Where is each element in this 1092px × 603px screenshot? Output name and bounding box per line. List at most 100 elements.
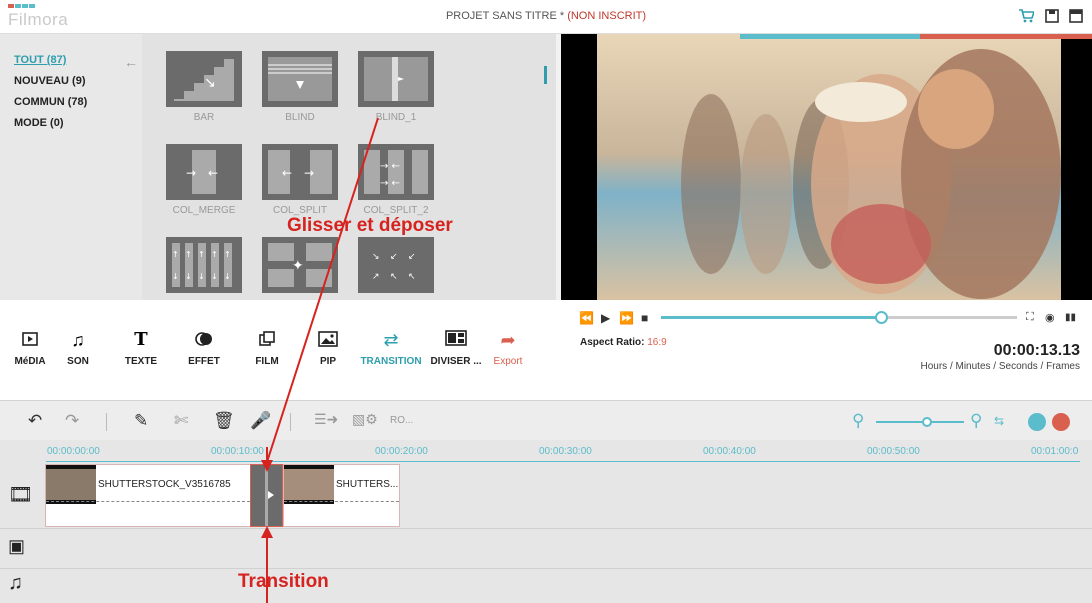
microphone-icon[interactable]: 🎤 xyxy=(250,411,271,431)
transition-thumb-col-split[interactable]: ← → xyxy=(262,144,338,200)
svg-text:↓: ↓ xyxy=(185,272,192,281)
seek-progress xyxy=(661,316,882,319)
transition-thumb-col-split-2[interactable]: → ← → ← xyxy=(358,144,434,200)
svg-text:←: ← xyxy=(208,166,218,180)
grid-view-icon[interactable] xyxy=(1052,413,1070,431)
zoom-handle[interactable] xyxy=(922,417,933,427)
pencil-icon[interactable]: ✎ xyxy=(134,411,148,431)
category-all[interactable]: TOUT (87) xyxy=(14,54,66,66)
trash-icon[interactable]: 🗑 xyxy=(213,411,235,431)
video-preview xyxy=(561,34,1092,300)
category-common[interactable]: COMMUN (78) xyxy=(14,96,87,108)
blind-transition-icon xyxy=(265,465,274,526)
snap-icon[interactable] xyxy=(1028,413,1046,431)
svg-text:→ ←: → ← xyxy=(380,178,400,189)
snapshot-icon[interactable]: ◉ xyxy=(1045,311,1055,324)
export-button[interactable]: ➦ Export xyxy=(476,330,540,367)
transition-thumb-9[interactable]: ↘ ↙ ↙ ↗ ↖ ↖ xyxy=(358,237,434,293)
svg-text:↖: ↖ xyxy=(390,272,398,282)
transition-label: COL_MERGE xyxy=(172,205,236,216)
scissors-icon[interactable]: ✄ xyxy=(174,411,188,431)
effect-icon xyxy=(172,330,236,350)
record-button[interactable]: RO... xyxy=(390,415,413,426)
transition-thumb-7[interactable]: ↑ ↑ ↑ ↑ ↑ ↓ ↓ ↓ ↓ ↓ xyxy=(166,237,242,293)
transition-thumb-bar[interactable]: ↘ xyxy=(166,51,242,107)
svg-text:↗: ↗ xyxy=(372,272,380,282)
play-icon[interactable]: ▶ xyxy=(601,311,610,325)
aspect-ratio[interactable]: Aspect Ratio: 16:9 xyxy=(580,337,667,348)
transition-button[interactable]: ⇄ TRANSITION xyxy=(359,330,423,367)
volume-icon[interactable]: ▮▮ xyxy=(1065,312,1076,323)
zoom-slider[interactable] xyxy=(876,417,964,427)
text-button[interactable]: T TEXTE xyxy=(109,329,173,368)
transition-clip[interactable] xyxy=(250,464,283,527)
settings-panel-icon[interactable]: ▧⚙ xyxy=(352,411,378,428)
speed-icon[interactable]: ☰➜ xyxy=(314,411,338,428)
divider xyxy=(290,413,291,431)
registration-status: (NON INSCRIT) xyxy=(567,10,647,22)
preview-accent-teal xyxy=(740,34,920,39)
svg-text:→ ←: → ← xyxy=(380,161,400,172)
text-icon: T xyxy=(134,329,148,350)
col-split-transition-icon: ← → xyxy=(268,150,332,194)
time-ruler[interactable]: 00:00:00:00 00:00:10:00 00:00:20:00 00:0… xyxy=(0,440,1092,462)
transition-thumb-blind-1[interactable] xyxy=(358,51,434,107)
video-track-icon: 🎞 xyxy=(8,484,34,506)
image-track-icon: ▣ xyxy=(8,536,26,556)
category-fashion[interactable]: MODE (0) xyxy=(14,117,64,129)
transition-thumb-blind[interactable] xyxy=(262,51,338,107)
aspect-ratio-label: Aspect Ratio: xyxy=(580,337,645,348)
transition-thumb-col-merge[interactable]: → ← xyxy=(166,144,242,200)
project-title: PROJET SANS TITRE * (NON INSCRIT) xyxy=(0,10,1092,22)
svg-text:↘: ↘ xyxy=(372,252,380,262)
ruler-line xyxy=(46,461,1080,462)
main-toolbar: MéDIA ♫ SON T TEXTE EFFET FILM PIP ⇄ TRA… xyxy=(0,300,561,400)
zoom-in-icon[interactable]: ⚲ xyxy=(970,411,982,431)
collapse-arrow-icon[interactable]: ← xyxy=(124,54,138,70)
svg-text:✦: ✦ xyxy=(292,258,304,274)
svg-text:↑: ↑ xyxy=(198,250,205,259)
zoom-out-icon[interactable]: ⚲ xyxy=(852,411,864,431)
fast-forward-icon[interactable]: ⏩ xyxy=(619,311,634,325)
seek-handle[interactable] xyxy=(874,311,888,324)
window-icon[interactable] xyxy=(1068,8,1084,24)
film-button[interactable]: FILM xyxy=(235,330,299,367)
col-split-2-transition-icon: → ← → ← xyxy=(364,150,428,194)
timeline: 00:00:00:00 00:00:10:00 00:00:20:00 00:0… xyxy=(0,440,1092,603)
clip-audio-line xyxy=(284,501,399,502)
svg-text:↖: ↖ xyxy=(408,272,416,282)
effect-label: EFFET xyxy=(188,356,220,367)
column-arrows-transition-icon: ↑ ↑ ↑ ↑ ↑ ↓ ↓ ↓ ↓ ↓ xyxy=(172,243,232,287)
edit-toolbar: ↶ ↷ ✎ ✄ 🗑 🎤 ☰➜ ▧⚙ RO... ⚲ ⚲ ⇆ xyxy=(0,400,1092,440)
stop-icon[interactable]: ■ xyxy=(641,311,648,325)
fullscreen-icon[interactable]: ⛶ xyxy=(1026,311,1034,324)
save-icon[interactable] xyxy=(1044,8,1060,24)
fit-icon[interactable]: ⇆ xyxy=(994,414,1004,428)
redo-icon[interactable]: ↷ xyxy=(65,411,79,431)
player-controls: ⏪ ▶ ⏩ ■ ⛶ ◉ ▮▮ Aspect Ratio: 16:9 00:00:… xyxy=(561,300,1092,400)
sound-button[interactable]: ♫ SON xyxy=(46,330,110,367)
video-clip-1[interactable]: SHUTTERSTOCK_V3516785 xyxy=(45,464,251,527)
film-icon xyxy=(235,330,299,350)
drag-drop-annotation: Glisser et déposer xyxy=(287,215,453,236)
svg-text:→: → xyxy=(304,166,314,180)
blind-1-transition-icon xyxy=(364,57,428,101)
pip-button[interactable]: PIP xyxy=(296,330,360,367)
cart-icon[interactable] xyxy=(1018,8,1034,24)
video-clip-2[interactable]: SHUTTERS... xyxy=(283,464,400,527)
seek-bar[interactable] xyxy=(661,311,1017,324)
tick-label: 00:00:50:00 xyxy=(867,446,920,457)
scroll-indicator[interactable] xyxy=(544,66,547,84)
rewind-icon[interactable]: ⏪ xyxy=(579,311,594,325)
audio-track-icon: ♫ xyxy=(8,572,23,594)
transition-thumb-8[interactable]: ✦ xyxy=(262,237,338,293)
effect-button[interactable]: EFFET xyxy=(172,330,236,367)
category-new[interactable]: NOUVEAU (9) xyxy=(14,75,86,87)
svg-text:↑: ↑ xyxy=(172,250,179,259)
svg-text:↓: ↓ xyxy=(172,272,179,281)
transition-label: BLIND_1 xyxy=(375,112,417,123)
timecode-units: Hours / Minutes / Seconds / Frames xyxy=(920,361,1080,372)
undo-icon[interactable]: ↶ xyxy=(28,411,42,431)
transition-label: TRANSITION xyxy=(360,356,422,367)
bar-transition-icon: ↘ xyxy=(174,59,234,101)
